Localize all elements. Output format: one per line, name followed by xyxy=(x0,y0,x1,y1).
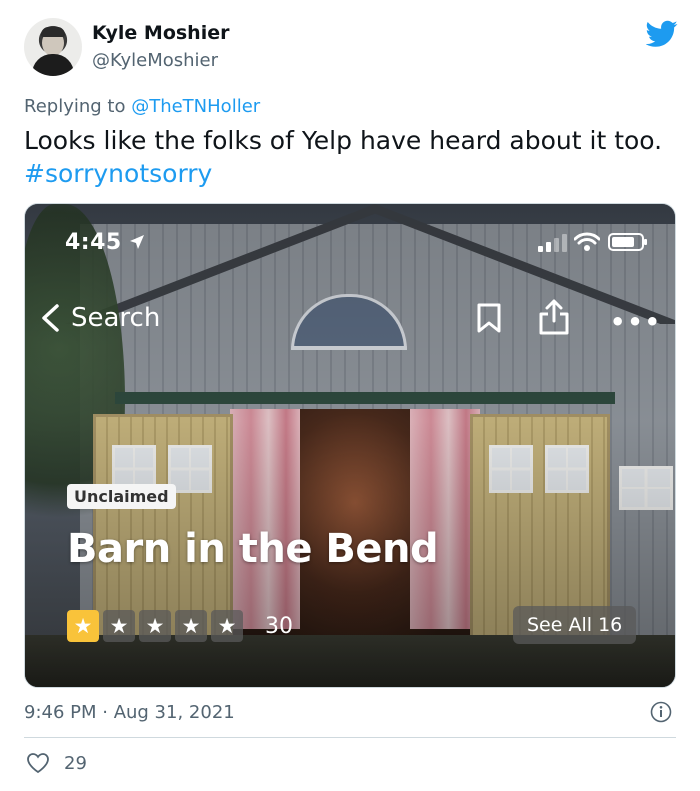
avatar[interactable] xyxy=(24,18,82,76)
star-icon: ★ xyxy=(139,610,171,642)
signal-icon xyxy=(538,234,567,252)
bookmark-icon[interactable] xyxy=(476,302,502,334)
see-all-photos-button[interactable]: See All 16 xyxy=(513,606,637,644)
location-arrow-icon xyxy=(130,235,144,249)
avatar-body xyxy=(32,54,74,76)
review-count[interactable]: 30 xyxy=(265,614,293,639)
battery-icon xyxy=(608,233,647,251)
tweet-text: Looks like the folks of Yelp have heard … xyxy=(24,124,684,190)
star-icon: ★ xyxy=(175,610,207,642)
tweet-body: Looks like the folks of Yelp have heard … xyxy=(24,126,663,155)
like-count[interactable]: 29 xyxy=(64,753,87,774)
wifi-icon xyxy=(574,232,600,251)
back-chevron-icon xyxy=(42,304,59,332)
more-icon[interactable]: ••• xyxy=(610,308,662,336)
info-icon[interactable] xyxy=(650,701,672,723)
back-button[interactable]: Search xyxy=(39,300,160,336)
replying-to: Replying to @TheTNHoller xyxy=(24,96,260,117)
author-handle[interactable]: @KyleMoshier xyxy=(92,50,218,71)
hashtag-link[interactable]: #sorrynotsorry xyxy=(24,157,684,190)
star-icon: ★ xyxy=(103,610,135,642)
business-name: Barn in the Bend xyxy=(67,526,439,572)
star-icon: ★ xyxy=(67,610,99,642)
avatar-hair xyxy=(41,27,65,37)
replying-prefix: Replying to xyxy=(24,96,132,117)
replying-mention-link[interactable]: @TheTNHoller xyxy=(131,96,260,117)
star-icon: ★ xyxy=(211,610,243,642)
rating-stars: ★ ★ ★ ★ ★ xyxy=(67,610,243,642)
tweet-media-image[interactable]: 4:45 Search ••• Unclaimed Barn in the Be… xyxy=(24,203,676,688)
author-name[interactable]: Kyle Moshier xyxy=(92,22,229,44)
tweet-timestamp[interactable]: 9:46 PM · Aug 31, 2021 xyxy=(24,702,235,723)
divider xyxy=(24,737,676,738)
share-icon[interactable] xyxy=(538,298,570,336)
back-label: Search xyxy=(71,303,161,333)
twitter-bird-icon[interactable] xyxy=(646,20,678,48)
status-time: 4:45 xyxy=(65,230,122,255)
claim-status-badge: Unclaimed xyxy=(67,484,176,509)
heart-icon[interactable] xyxy=(26,752,50,774)
